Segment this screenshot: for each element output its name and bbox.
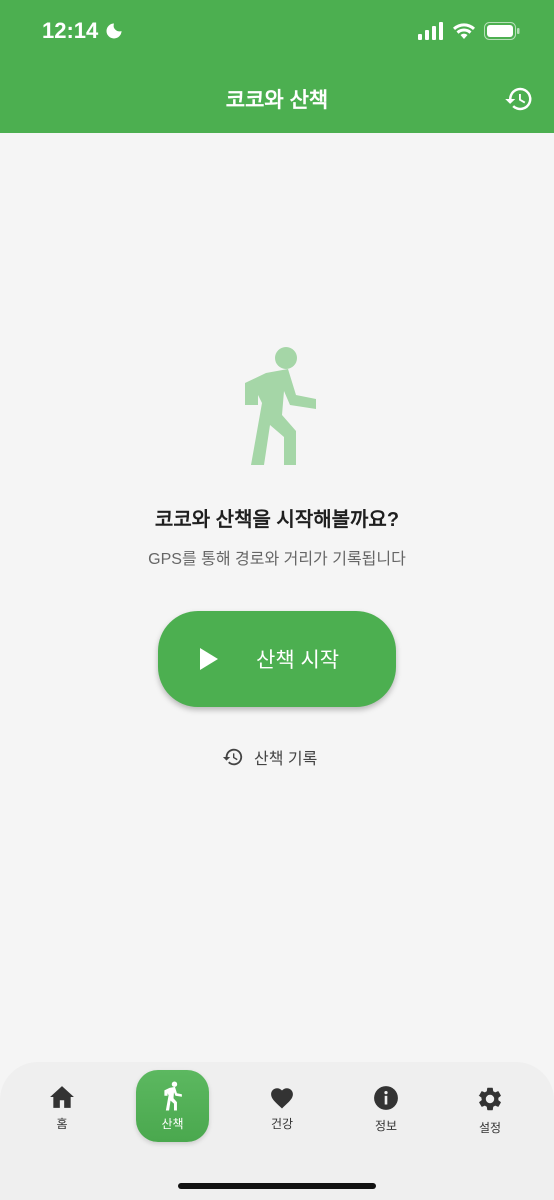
battery-icon	[484, 22, 520, 40]
status-indicators	[418, 22, 520, 40]
walk-prompt-heading: 코코와 산책을 시작해볼까요?	[154, 509, 400, 531]
info-icon	[374, 1086, 398, 1110]
nav-label-info: 정보	[374, 1119, 398, 1133]
signal-icon	[418, 22, 443, 40]
home-icon	[50, 1086, 74, 1108]
walk-record-link[interactable]: 산책 기록	[222, 745, 317, 769]
nav-item-settings[interactable]: 설정	[450, 1085, 530, 1136]
moon-icon	[106, 23, 122, 39]
history-icon	[222, 748, 243, 766]
start-walk-button[interactable]: 산책 시작	[158, 611, 396, 707]
walk-icon	[163, 1080, 182, 1111]
home-indicator[interactable]	[178, 1183, 376, 1189]
page-title: 코코와 산책	[225, 89, 329, 112]
heart-icon	[271, 1088, 293, 1109]
walking-person-icon	[245, 347, 316, 465]
status-time-text: 12:14	[42, 18, 99, 43]
nav-item-health[interactable]: 건강	[242, 1085, 322, 1132]
history-icon	[505, 87, 532, 111]
play-icon	[200, 648, 218, 670]
nav-label-home: 홈	[56, 1117, 68, 1131]
nav-item-info[interactable]: 정보	[346, 1085, 426, 1134]
nav-label-walk: 산책	[161, 1116, 184, 1131]
nav-item-home[interactable]: 홈	[22, 1085, 102, 1132]
history-button[interactable]	[502, 82, 536, 116]
nav-item-walk[interactable]: 산책	[136, 1070, 209, 1142]
walk-record-label: 산책 기록	[254, 751, 318, 768]
nav-label-settings: 설정	[478, 1121, 502, 1135]
nav-label-health: 건강	[270, 1117, 294, 1131]
status-bar: 12:14	[0, 0, 554, 64]
status-time: 12:14	[42, 18, 124, 44]
wifi-icon	[453, 23, 475, 39]
app-bar: 12:14 코코와 산책	[0, 0, 554, 133]
gear-icon	[478, 1087, 501, 1111]
start-walk-label: 산책 시작	[256, 649, 340, 672]
walk-prompt-subtitle: GPS를 통해 경로와 거리가 기록됩니다	[148, 551, 406, 568]
